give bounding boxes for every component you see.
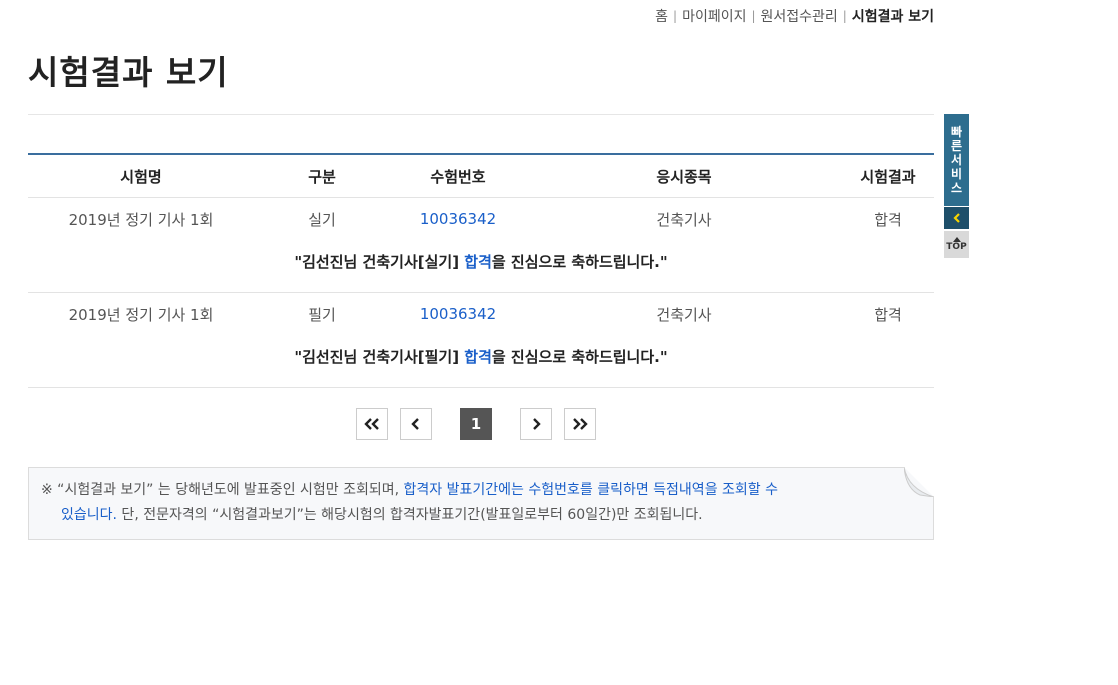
breadcrumb-mypage[interactable]: 마이페이지 [682,6,746,26]
cell-subject: 건축기사 [656,305,712,324]
exam-number-link[interactable]: 10036342 [420,305,496,323]
congrats-pass: 합격 [464,253,492,271]
notice-highlight: 합격자 발표기간에는 수험번호를 클릭하면 득점내역을 조회할 수 [403,482,778,498]
quick-service-label: 서 [950,153,963,167]
breadcrumb-application[interactable]: 원서접수관리 [761,6,838,26]
congrats-text: "김선진님 건축기사[필기] [294,348,465,366]
exam-number-link[interactable]: 10036342 [420,210,496,228]
prev-page-button[interactable] [400,408,432,440]
quick-service-label: 스 [950,181,963,195]
table-row: 2019년 정기 기사 1회 실기 10036342 건축기사 합격 [28,198,934,240]
page-curl-icon [904,467,934,497]
breadcrumb-separator: | [673,9,678,23]
quick-service-label: 빠 [950,125,963,139]
notice-text: 단, 전문자격의 “시험결과보기”는 해당시험의 합격자발표기간(발표일로부터 … [116,507,703,523]
table-header-row: 시험명 구분 수험번호 응시종목 시험결과 [28,155,934,198]
notice-highlight: 있습니다. [61,507,117,523]
pagination: 1 [356,408,608,440]
header-result: 시험결과 [860,167,916,186]
scroll-top-button[interactable]: TOP [944,231,969,258]
table-row: 2019년 정기 기사 1회 필기 10036342 건축기사 합격 [28,293,934,335]
next-page-button[interactable] [520,408,552,440]
congrats-message: "김선진님 건축기사[실기] 합격을 진심으로 축하드립니다." [28,240,934,293]
congrats-text: 을 진심으로 축하드립니다." [491,348,668,366]
quick-service-label: 비 [950,167,963,181]
notice-line2: 있습니다. 단, 전문자격의 “시험결과보기”는 해당시험의 합격자발표기간(발… [41,503,893,528]
breadcrumb-home[interactable]: 홈 [655,6,668,26]
quick-service-label: 른 [950,139,963,153]
notice-box: ※ “시험결과 보기” 는 당해년도에 발표중인 시험만 조회되며, 합격자 발… [28,467,934,540]
header-exam: 시험명 [120,167,162,186]
cell-number: 10036342 [390,305,526,323]
page-button-current[interactable]: 1 [460,408,492,440]
double-chevron-left-icon [364,418,379,430]
cell-type: 필기 [308,305,336,324]
notice-mark: ※ [41,482,53,498]
last-page-button[interactable] [564,408,596,440]
congrats-message: "김선진님 건축기사[필기] 합격을 진심으로 축하드립니다." [28,335,934,388]
congrats-text: 을 진심으로 축하드립니다." [491,253,668,271]
first-page-button[interactable] [356,408,388,440]
chevron-left-icon [411,418,419,430]
chevron-right-icon [533,418,541,430]
quick-service-panel: 빠 른 서 비 스 TOP [944,114,969,258]
cell-number: 10036342 [390,210,526,228]
breadcrumb-current: 시험결과 보기 [851,9,934,25]
header-number: 수험번호 [430,167,486,186]
cell-result: 합격 [874,210,902,229]
breadcrumb-separator: | [842,9,847,23]
page-title: 시험결과 보기 [28,53,229,92]
quick-toggle-button[interactable] [944,207,969,229]
cell-exam: 2019년 정기 기사 1회 [68,305,214,324]
cell-exam: 2019년 정기 기사 1회 [68,210,214,229]
cell-type: 실기 [308,210,336,229]
header-subject: 응시종목 [656,167,712,186]
breadcrumb-separator: | [751,9,756,23]
title-divider [28,114,934,115]
breadcrumb: 홈 | 마이페이지 | 원서접수관리 | 시험결과 보기 [655,6,934,26]
cell-subject: 건축기사 [656,210,712,229]
cell-result: 합격 [874,305,902,324]
header-type: 구분 [308,167,336,186]
quick-service-button[interactable]: 빠 른 서 비 스 [944,114,969,206]
congrats-text: "김선진님 건축기사[실기] [294,253,465,271]
congrats-pass: 합격 [464,348,492,366]
scroll-top-label: TOP [946,242,967,252]
notice-text: “시험결과 보기” 는 당해년도에 발표중인 시험만 조회되며, [52,482,404,498]
results-table: 시험명 구분 수험번호 응시종목 시험결과 2019년 정기 기사 1회 실기 … [28,153,934,388]
double-chevron-right-icon [573,418,588,430]
chevron-left-icon [952,213,960,223]
